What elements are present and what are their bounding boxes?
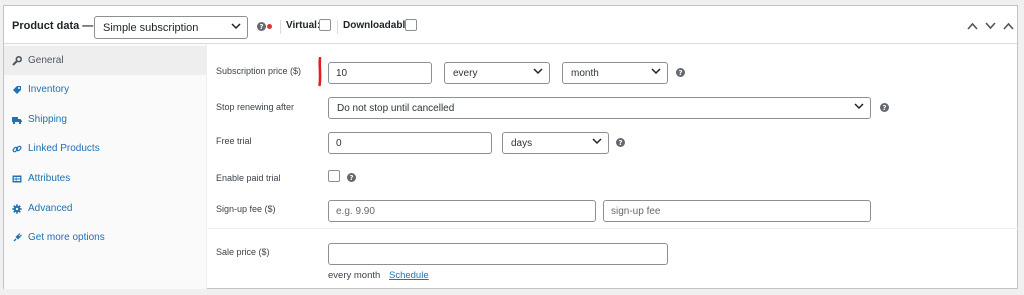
stop-renewing-label: Stop renewing after — [216, 102, 295, 112]
toggle-panel-icon[interactable] — [1003, 22, 1014, 30]
tab-label: Attributes — [28, 173, 71, 184]
free-trial-help[interactable]: ? — [616, 138, 625, 147]
tab-inventory[interactable]: Inventory — [4, 75, 207, 104]
sale-price-input[interactable] — [328, 243, 668, 265]
free-trial-input[interactable]: 0 — [328, 132, 492, 154]
stop-renewing-value: Do not stop until cancelled — [337, 102, 455, 114]
help-icon: ? — [676, 68, 685, 77]
table-icon — [12, 174, 22, 184]
link-icon — [12, 144, 22, 154]
help-icon: ? — [880, 103, 889, 112]
plugin-icon — [12, 232, 22, 243]
product-type-help[interactable]: ? — [257, 22, 272, 31]
paid-trial-checkbox[interactable] — [328, 170, 340, 182]
signup-fee-label-placeholder: sign-up fee — [611, 205, 661, 217]
stop-renewing-help[interactable]: ? — [880, 103, 889, 112]
chevron-down-icon — [854, 101, 864, 111]
signup-fee-label-input[interactable]: sign-up fee — [603, 200, 871, 222]
signup-fee-placeholder: e.g. 9.90 — [336, 205, 375, 217]
product-data-panel: Product data — Simple subscription ? Vir… — [3, 5, 1018, 289]
paid-trial-help[interactable]: ? — [347, 173, 356, 182]
free-trial-period-value: days — [511, 137, 533, 149]
product-data-tabs: General Inventory Shipping Linked Produc… — [4, 44, 207, 289]
billing-interval-select[interactable]: every — [444, 62, 550, 84]
billing-period-select[interactable]: month — [562, 62, 668, 84]
move-down-icon[interactable] — [985, 22, 996, 30]
paid-trial-label: Enable paid trial — [216, 173, 281, 183]
chevron-down-icon — [533, 66, 543, 76]
help-icon: ? — [257, 22, 266, 31]
schedule-link[interactable]: Schedule — [389, 270, 429, 281]
tab-label: Inventory — [28, 84, 70, 95]
chevron-down-icon — [231, 21, 241, 31]
gear-icon — [12, 203, 22, 214]
tab-advanced[interactable]: Advanced — [4, 194, 207, 223]
downloadable-label: Downloadable: — [343, 20, 415, 31]
free-trial-value: 0 — [336, 137, 342, 149]
tab-label: Advanced — [28, 203, 73, 214]
tab-shipping[interactable]: Shipping — [4, 105, 207, 134]
truck-icon — [12, 115, 22, 125]
product-data-header: Product data — Simple subscription ? Vir… — [4, 6, 1017, 44]
tab-label: Shipping — [28, 114, 67, 125]
chevron-down-icon — [592, 136, 602, 146]
general-panel: Subscription price ($) 10 every month ? … — [208, 44, 1018, 289]
tab-attributes[interactable]: Attributes — [4, 164, 207, 193]
tab-get-more-options[interactable]: Get more options — [4, 223, 207, 252]
product-type-select[interactable]: Simple subscription — [94, 16, 248, 39]
sale-price-hint: every month — [328, 270, 381, 281]
subscription-price-value: 10 — [336, 67, 348, 79]
notification-dot — [267, 24, 272, 29]
subscription-price-help[interactable]: ? — [676, 68, 685, 77]
wrench-icon — [12, 55, 22, 66]
signup-fee-input[interactable]: e.g. 9.90 — [328, 200, 596, 222]
downloadable-checkbox[interactable] — [405, 19, 417, 31]
tab-label: Get more options — [28, 232, 105, 243]
move-up-icon[interactable] — [967, 22, 978, 30]
header-separator — [337, 20, 338, 34]
product-data-title: Product data — — [12, 20, 94, 32]
billing-period-value: month — [571, 67, 599, 79]
billing-interval-value: every — [453, 67, 478, 79]
section-divider — [208, 228, 1018, 229]
chevron-down-icon — [651, 66, 661, 76]
header-separator — [280, 20, 281, 34]
stop-renewing-select[interactable]: Do not stop until cancelled — [328, 97, 871, 119]
signup-fee-label: Sign-up fee ($) — [216, 204, 276, 214]
sale-price-label: Sale price ($) — [216, 247, 270, 257]
subscription-price-label: Subscription price ($) — [216, 66, 302, 76]
tab-linked-products[interactable]: Linked Products — [4, 134, 207, 163]
product-type-value: Simple subscription — [103, 21, 199, 34]
tag-icon — [12, 85, 22, 95]
tab-general[interactable]: General — [4, 46, 207, 75]
free-trial-label: Free trial — [216, 136, 252, 146]
virtual-checkbox[interactable] — [319, 19, 331, 31]
virtual-label: Virtual: — [286, 20, 321, 31]
subscription-price-input[interactable]: 10 — [328, 62, 432, 84]
annotation-mark — [318, 57, 322, 87]
help-icon: ? — [347, 173, 356, 182]
tab-label: General — [28, 55, 64, 66]
tab-label: Linked Products — [28, 143, 100, 154]
help-icon: ? — [616, 138, 625, 147]
free-trial-period-select[interactable]: days — [502, 132, 609, 154]
